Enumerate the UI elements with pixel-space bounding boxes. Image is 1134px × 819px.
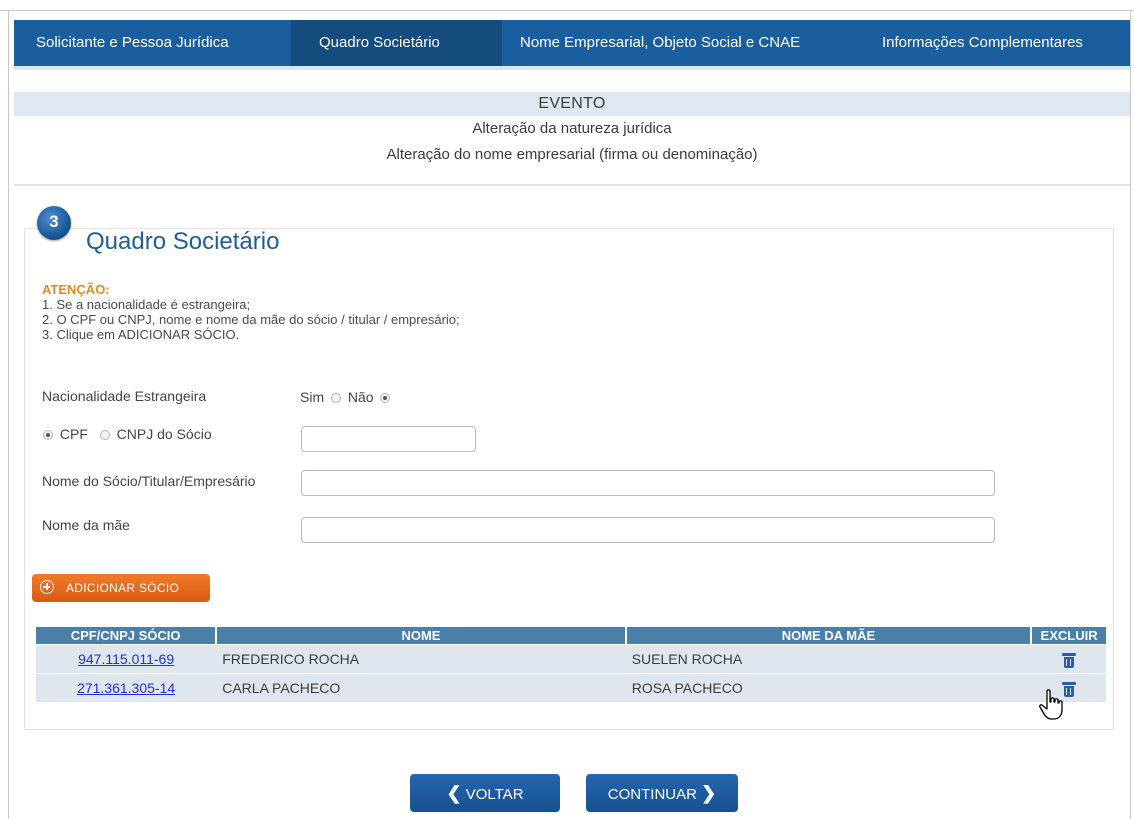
cpf-cell: 271.361.305-14 [36,673,217,702]
attention-line: 2. O CPF ou CNPJ, nome e nome da mãe do … [42,312,460,327]
header-excluir: EXCLUIR [1031,627,1106,645]
attention-line: 1. Se a nacionalidade é estrangeira; [42,297,251,312]
cpf-link[interactable]: 947.115.011-69 [78,651,174,667]
evento-divider [14,116,1130,186]
nome-mae-input[interactable] [301,517,995,543]
plus-circle-icon [40,580,54,594]
socios-table: CPF/CNPJ SÓCIO NOME NOME DA MÃE EXCLUIR … [36,627,1106,702]
table-row: 271.361.305-14 CARLA PACHECO ROSA PACHEC… [36,673,1106,702]
nao-label: Não [347,389,374,405]
chevron-left-icon: ❮ [446,783,462,803]
cnpj-label: CNPJ do Sócio [116,426,212,442]
doc-type-radio-group: CPF CNPJ do Sócio [40,426,212,442]
window-frame-top [0,0,1134,11]
step-number-badge: 3 [37,206,71,240]
continuar-button[interactable]: CONTINUAR ❯ [586,774,738,812]
cpf-cell: 947.115.011-69 [36,644,217,674]
attention-title: ATENÇÃO: [42,282,110,297]
tab-nome-empresarial[interactable]: Nome Empresarial, Objeto Social e CNAE [502,20,865,66]
wizard-tabs: Solicitante e Pessoa Jurídica Quadro Soc… [14,20,1130,66]
nome-socio-input[interactable] [301,470,995,496]
window-frame-right [1130,10,1131,819]
continuar-label: CONTINUAR [607,786,697,803]
tab-underline-strip [14,66,1130,70]
tab-quadro-societario[interactable]: Quadro Societário [291,20,502,66]
hand-pointer-cursor-icon [1039,689,1063,720]
adicionar-socio-label: ADICIONAR SÓCIO [66,581,180,595]
trash-icon[interactable] [1061,652,1076,668]
window-frame-left [8,10,9,819]
attention-notice: ATENÇÃO: 1. Se a nacionalidade é estrang… [42,282,460,342]
table-header-row: CPF/CNPJ SÓCIO NOME NOME DA MÃE EXCLUIR [36,627,1106,645]
header-nome-mae: NOME DA MÃE [625,627,1033,645]
table-row: 947.115.011-69 FREDERICO ROCHA SUELEN RO… [36,644,1106,674]
radio-nao[interactable] [380,393,391,403]
sim-label: Sim [300,389,325,405]
tab-informacoes-complementares[interactable]: Informações Complementares [865,20,1130,66]
tab-solicitante[interactable]: Solicitante e Pessoa Jurídica [14,20,291,66]
radio-cnpj[interactable] [99,430,110,440]
nome-mae-cell: ROSA PACHECO [625,673,1032,702]
nome-cell: CARLA PACHECO [216,673,626,702]
voltar-label: VOLTAR [465,786,524,803]
nacionalidade-label: Nacionalidade Estrangeira [42,388,207,404]
attention-line: 3. Clique em ADICIONAR SÓCIO. [42,327,240,342]
nome-cell: FREDERICO ROCHA [216,644,626,674]
nome-mae-label: Nome da mãe [42,517,130,533]
radio-sim[interactable] [331,393,342,403]
evento-title: EVENTO [14,92,1130,116]
excluir-cell [1031,644,1106,674]
nacionalidade-radio-group: Sim Não [300,389,393,405]
radio-cpf[interactable] [43,430,53,440]
voltar-button[interactable]: ❮ VOLTAR [410,774,560,812]
cpf-label: CPF [59,426,88,442]
cpf-input[interactable] [301,426,476,452]
adicionar-socio-button[interactable]: ADICIONAR SÓCIO [32,574,210,602]
nome-mae-cell: SUELEN ROCHA [625,644,1032,674]
nome-socio-label: Nome do Sócio/Titular/Empresário [42,473,256,489]
cpf-link[interactable]: 271.361.305-14 [77,680,175,696]
header-cpf: CPF/CNPJ SÓCIO [36,627,218,645]
header-nome: NOME [216,627,627,645]
chevron-right-icon: ❯ [701,783,717,803]
section-title: Quadro Societário [86,228,280,255]
